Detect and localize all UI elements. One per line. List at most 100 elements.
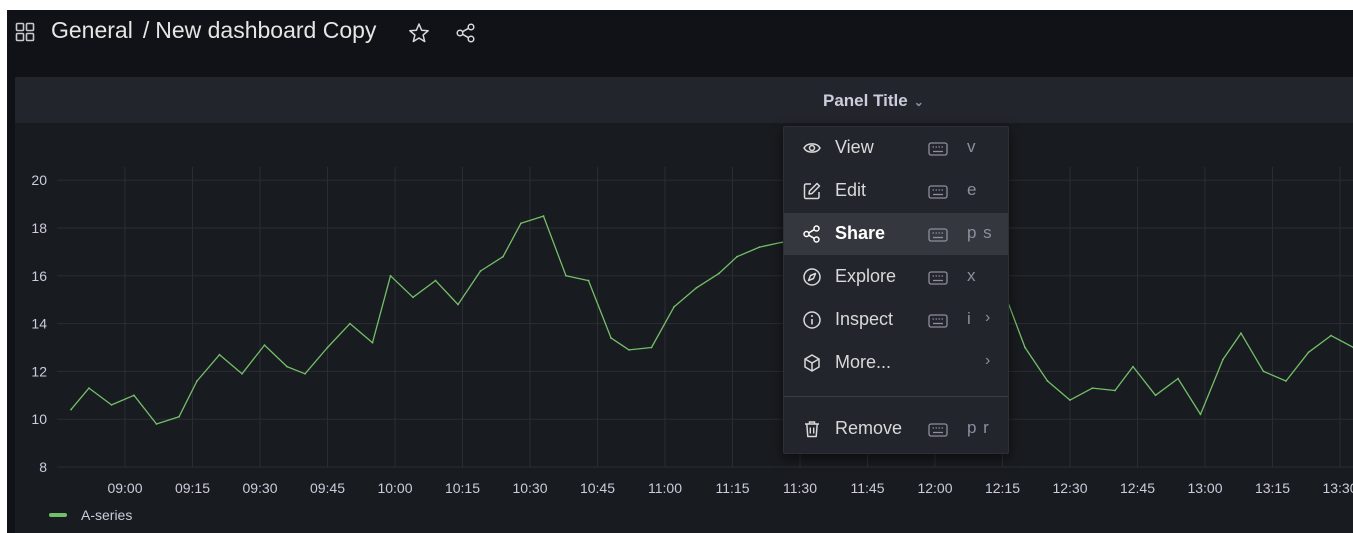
x-tick-label: 11:15 (716, 480, 750, 496)
data-point (457, 303, 459, 306)
share-icon (802, 224, 822, 244)
data-point (196, 380, 198, 382)
menu-item-label: More... (835, 352, 892, 372)
y-tick-label: 8 (39, 459, 47, 475)
x-tick-label: 12:45 (1120, 480, 1155, 496)
menu-item-label: Share (835, 223, 886, 243)
x-tick-label: 11:00 (648, 480, 682, 496)
data-point (1154, 394, 1157, 397)
data-point (565, 274, 567, 277)
legend[interactable]: A-series (49, 507, 132, 523)
menu-item-more[interactable]: More... › (784, 342, 1008, 384)
grafana-app: General / New dashboard Copy Panel Title ⌄ … (7, 10, 1353, 533)
chevron-right-icon: › (985, 309, 991, 326)
keyboard-icon (928, 312, 948, 328)
y-tick-label: 16 (31, 268, 47, 284)
data-point (389, 274, 392, 277)
menu-item-remove[interactable]: Remove p r (784, 408, 1008, 450)
data-point (736, 255, 738, 258)
data-point (673, 305, 675, 308)
data-point (434, 279, 437, 282)
y-tick-label: 10 (31, 411, 47, 427)
x-tick-label: 13:15 (1255, 480, 1290, 496)
data-point (610, 337, 612, 339)
data-point (1285, 380, 1287, 382)
shortcut-key: p s (967, 223, 993, 242)
x-tick-label: 10:45 (580, 480, 615, 496)
menu-item-label: Explore (835, 266, 897, 286)
shortcut-key: i (967, 309, 972, 328)
data-point (650, 346, 653, 349)
graph-panel: Panel Title ⌄ 8 10 12 14 16 18 20 09:00 09:15 09:3… (15, 77, 1353, 533)
x-tick-label: 10:00 (377, 480, 412, 496)
data-point (241, 372, 243, 375)
x-tick-label: 09:30 (242, 480, 277, 496)
data-point (1177, 377, 1179, 380)
dashboard-nav-bar: General / New dashboard Copy (7, 10, 1353, 72)
panel-context-menu: View v Edit e Share p s Explore x Inspec… (783, 126, 1009, 454)
legend-color-swatch (49, 513, 67, 517)
x-tick-label: 10:30 (512, 480, 547, 496)
data-point (304, 372, 306, 375)
menu-item-label: Remove (835, 418, 903, 438)
series-line-a-series[interactable] (70, 215, 1353, 425)
y-tick-label: 18 (31, 220, 47, 236)
menu-item-explore[interactable]: Explore x (784, 256, 1008, 298)
data-point (371, 341, 374, 344)
data-point (1132, 365, 1134, 368)
data-point (587, 279, 590, 282)
menu-item-view[interactable]: View v (784, 127, 1008, 169)
edit-icon (802, 181, 822, 201)
breadcrumb-folder-link[interactable]: General (51, 17, 133, 43)
y-tick-label: 14 (31, 316, 47, 332)
menu-divider (784, 396, 1008, 397)
info-icon (802, 310, 822, 330)
keyboard-icon (928, 140, 948, 156)
data-point (326, 346, 329, 349)
data-point (502, 255, 504, 258)
data-point (263, 344, 266, 347)
compass-icon (802, 267, 822, 287)
shortcut-key: v (967, 137, 977, 156)
data-point (412, 296, 414, 299)
x-tick-label: 13:00 (1187, 480, 1222, 496)
menu-item-edit[interactable]: Edit e (784, 170, 1008, 212)
data-point (178, 415, 180, 418)
grid-icon[interactable] (15, 22, 35, 42)
x-tick-label: 11:45 (851, 480, 885, 496)
data-point (286, 365, 288, 368)
x-tick-label: 10:15 (445, 480, 480, 496)
x-tick-label: 09:15 (175, 480, 210, 496)
data-point (695, 286, 698, 289)
data-point (718, 272, 720, 275)
y-tick-label: 20 (31, 172, 47, 188)
menu-item-label: Edit (835, 180, 867, 200)
x-tick-label: 11:30 (783, 480, 817, 496)
share-icon[interactable] (455, 22, 477, 44)
breadcrumb: General / New dashboard Copy (51, 17, 376, 44)
shortcut-key: x (967, 266, 977, 285)
data-point (1024, 346, 1026, 349)
y-tick-label: 12 (31, 363, 47, 379)
menu-item-inspect[interactable]: Inspect i › (784, 299, 1008, 341)
menu-item-share[interactable]: Share p s (784, 213, 1008, 255)
star-icon[interactable] (408, 22, 430, 44)
legend-series-label[interactable]: A-series (81, 507, 132, 523)
keyboard-icon (928, 269, 948, 285)
breadcrumb-dashboard-title[interactable]: New dashboard Copy (155, 17, 376, 43)
keyboard-icon (928, 421, 948, 437)
data-point (133, 394, 135, 397)
shortcut-key: p r (967, 418, 990, 437)
data-point (628, 348, 630, 351)
x-tick-label: 13:30 (1322, 480, 1353, 496)
time-series-chart[interactable]: 8 10 12 14 16 18 20 09:00 09:15 09:30 09:45 10:00 10… (15, 77, 1353, 533)
breadcrumb-separator: / (142, 17, 150, 43)
data-point (1222, 358, 1224, 361)
x-tick-label: 09:45 (310, 480, 345, 496)
data-point (70, 408, 72, 411)
data-point (1091, 387, 1094, 390)
data-point (88, 387, 90, 390)
data-point (218, 353, 221, 356)
data-point (1114, 389, 1116, 392)
x-tick-label: 12:15 (985, 480, 1020, 496)
